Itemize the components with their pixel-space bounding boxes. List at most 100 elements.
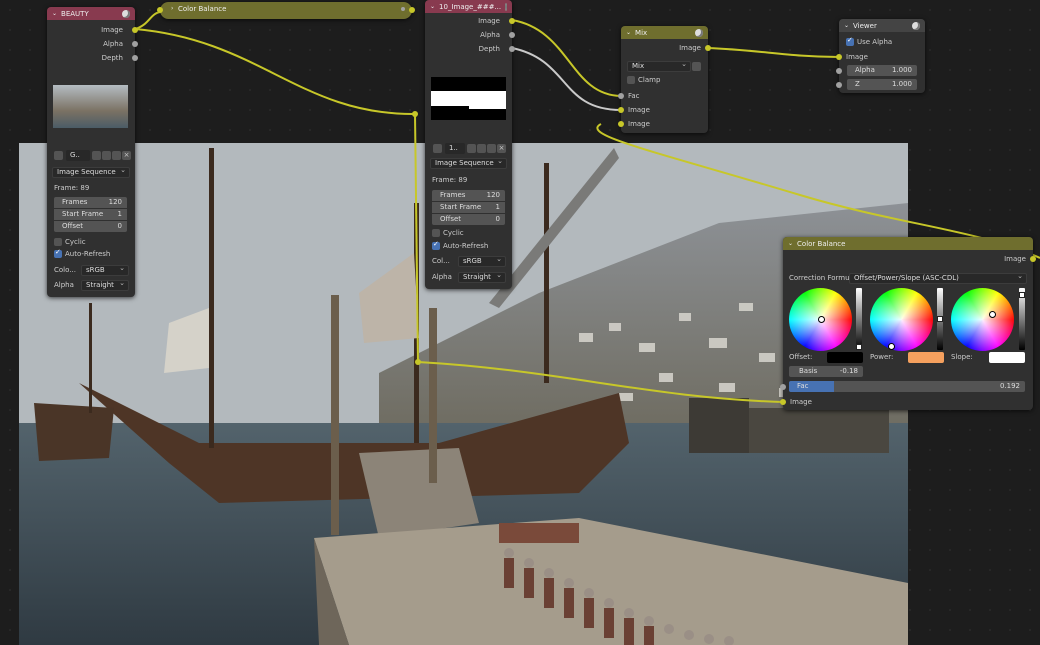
collapse-arrow-icon[interactable]: ⌄ — [844, 22, 849, 29]
beauty-offset-field[interactable]: Offset 0 — [54, 221, 127, 232]
mix-node[interactable]: ⌄ Mix Image Mix Clamp Fac Image Image — [618, 26, 711, 133]
mix-blend-mode-select[interactable]: Mix — [627, 60, 691, 72]
collapse-arrow-icon[interactable]: ⌄ — [430, 3, 435, 10]
beauty-cyclic-checkbox[interactable] — [54, 238, 62, 246]
color-balance-output-socket[interactable] — [1030, 256, 1036, 262]
node-preview-icon[interactable] — [912, 21, 920, 30]
color-balance-node-title: Color Balance — [797, 239, 846, 248]
image-sequence-node[interactable]: ⌄ 10_Image_###... Image Alpha Depth 1.. … — [425, 0, 515, 289]
offset-color-swatch[interactable] — [827, 352, 863, 363]
image-seq-output-image: Image — [478, 17, 500, 25]
mix-node-header[interactable]: ⌄ Mix — [621, 26, 708, 39]
beauty-source-select[interactable]: Image Sequence — [52, 166, 130, 178]
beauty-depth-socket[interactable] — [132, 55, 138, 61]
link-beauty-to-reroute — [134, 28, 416, 116]
mix-fac-socket[interactable] — [618, 93, 624, 99]
beauty-alpha-select[interactable]: Straight — [81, 279, 129, 291]
power-value-slider[interactable] — [937, 288, 943, 350]
image-seq-node-header[interactable]: ⌄ 10_Image_###... — [425, 0, 512, 13]
correction-formula-select[interactable]: Offset/Power/Slope (ASC-CDL) — [849, 272, 1027, 284]
offset-color-wheel[interactable] — [789, 288, 852, 351]
beauty-start-frame-field[interactable]: Start Frame 1 — [54, 209, 127, 220]
color-balance-image-socket[interactable] — [780, 399, 786, 405]
power-color-wheel[interactable] — [870, 288, 933, 351]
beauty-image-node[interactable]: ⌄ BEAUTY Image Alpha Depth G.. × Image S… — [47, 7, 138, 297]
beauty-autorefresh-checkbox[interactable] — [54, 248, 62, 258]
folder-icon[interactable] — [487, 144, 496, 153]
viewer-node-header[interactable]: ⌄ Viewer — [839, 19, 925, 32]
collapsed-output-socket[interactable] — [409, 7, 415, 13]
basis-field[interactable]: Basis -0.18 — [789, 366, 863, 377]
node-preview-icon[interactable] — [505, 2, 507, 11]
image-seq-depth-socket[interactable] — [509, 46, 515, 52]
viewer-z-socket[interactable] — [836, 82, 842, 88]
image-seq-autorefresh-checkbox[interactable] — [432, 240, 440, 250]
image-seq-offset-field[interactable]: Offset 0 — [432, 214, 505, 225]
folder-icon[interactable] — [112, 151, 121, 160]
mix-clamp-checkbox[interactable] — [627, 76, 635, 84]
duplicate-icon[interactable] — [477, 144, 486, 153]
fac-value: 0.192 — [999, 382, 1020, 390]
mix-image1-socket[interactable] — [618, 107, 624, 113]
collapse-arrow-icon[interactable]: ⌄ — [626, 29, 631, 36]
image-seq-image-socket[interactable] — [509, 18, 515, 24]
viewer-use-alpha-checkbox[interactable] — [846, 36, 854, 46]
collapsed-fac-socket[interactable] — [401, 7, 405, 11]
beauty-autorefresh-label: Auto-Refresh — [65, 250, 111, 258]
beauty-frames-field[interactable]: Frames 120 — [54, 197, 127, 208]
image-browse-icon[interactable] — [433, 144, 442, 153]
beauty-thumbnail — [53, 85, 128, 128]
viewer-image-label: Image — [846, 53, 868, 61]
expand-arrow-icon[interactable]: › — [171, 5, 173, 12]
offset-slider-knob[interactable] — [856, 344, 862, 350]
beauty-image-socket[interactable] — [132, 27, 138, 33]
slope-color-wheel[interactable] — [951, 288, 1014, 351]
slope-slider-knob[interactable] — [1019, 292, 1025, 298]
color-balance-fac-socket[interactable] — [780, 384, 786, 390]
image-seq-alpha-select[interactable]: Straight — [458, 271, 506, 283]
slope-value-slider[interactable] — [1019, 288, 1025, 350]
viewer-z-field[interactable]: Z 1.000 — [847, 79, 917, 90]
beauty-colorspace-select[interactable]: sRGB — [81, 264, 129, 276]
collapse-arrow-icon[interactable]: ⌄ — [788, 240, 793, 247]
fac-slider[interactable]: Fac 0.192 — [789, 381, 1025, 392]
color-balance-node-header[interactable]: ⌄ Color Balance — [783, 237, 1033, 250]
duplicate-icon[interactable] — [102, 151, 111, 160]
power-slider-knob[interactable] — [937, 316, 943, 322]
viewer-image-socket[interactable] — [836, 54, 842, 60]
image-seq-frames-field[interactable]: Frames 120 — [432, 190, 505, 201]
close-icon[interactable]: × — [122, 151, 131, 160]
image-seq-source-select[interactable]: Image Sequence — [430, 157, 507, 169]
image-seq-colorspace-select[interactable]: sRGB — [458, 255, 506, 267]
beauty-node-title: BEAUTY — [61, 9, 89, 18]
shield-icon[interactable] — [467, 144, 476, 153]
slope-color-swatch[interactable] — [989, 352, 1025, 363]
viewer-alpha-socket[interactable] — [836, 68, 842, 74]
viewer-z-label: Z — [855, 80, 860, 88]
close-icon[interactable]: × — [497, 144, 506, 153]
mix-use-alpha-icon[interactable] — [692, 62, 701, 71]
color-balance-node[interactable]: ⌄ Color Balance Image Correction Formu..… — [780, 237, 1036, 410]
beauty-node-header[interactable]: ⌄ BEAUTY — [47, 7, 135, 20]
image-seq-alpha-socket[interactable] — [509, 32, 515, 38]
mix-image2-socket[interactable] — [618, 121, 624, 127]
viewer-node[interactable]: ⌄ Viewer Use Alpha Image Alpha 1.000 Z 1… — [836, 19, 925, 93]
power-color-swatch[interactable] — [908, 352, 944, 363]
image-seq-start-frame-field[interactable]: Start Frame 1 — [432, 202, 505, 213]
collapse-arrow-icon[interactable]: ⌄ — [52, 10, 57, 17]
node-preview-icon[interactable] — [695, 28, 703, 37]
mix-output-socket[interactable] — [705, 45, 711, 51]
viewer-alpha-value: 1.000 — [891, 66, 912, 74]
viewer-alpha-field[interactable]: Alpha 1.000 — [847, 65, 917, 76]
offset-value-slider[interactable] — [856, 288, 862, 350]
beauty-alpha-socket[interactable] — [132, 41, 138, 47]
image-seq-cyclic-checkbox[interactable] — [432, 229, 440, 237]
image-browse-icon[interactable] — [54, 151, 63, 160]
beauty-image-name[interactable]: G.. — [66, 150, 90, 161]
start-frame-label: Start Frame — [62, 210, 104, 218]
node-preview-icon[interactable] — [122, 9, 130, 18]
shield-icon[interactable] — [92, 151, 101, 160]
collapsed-input-socket[interactable] — [157, 7, 163, 13]
image-seq-image-name[interactable]: 1.. — [445, 143, 465, 154]
color-balance-collapsed-node[interactable]: › Color Balance — [157, 2, 415, 19]
